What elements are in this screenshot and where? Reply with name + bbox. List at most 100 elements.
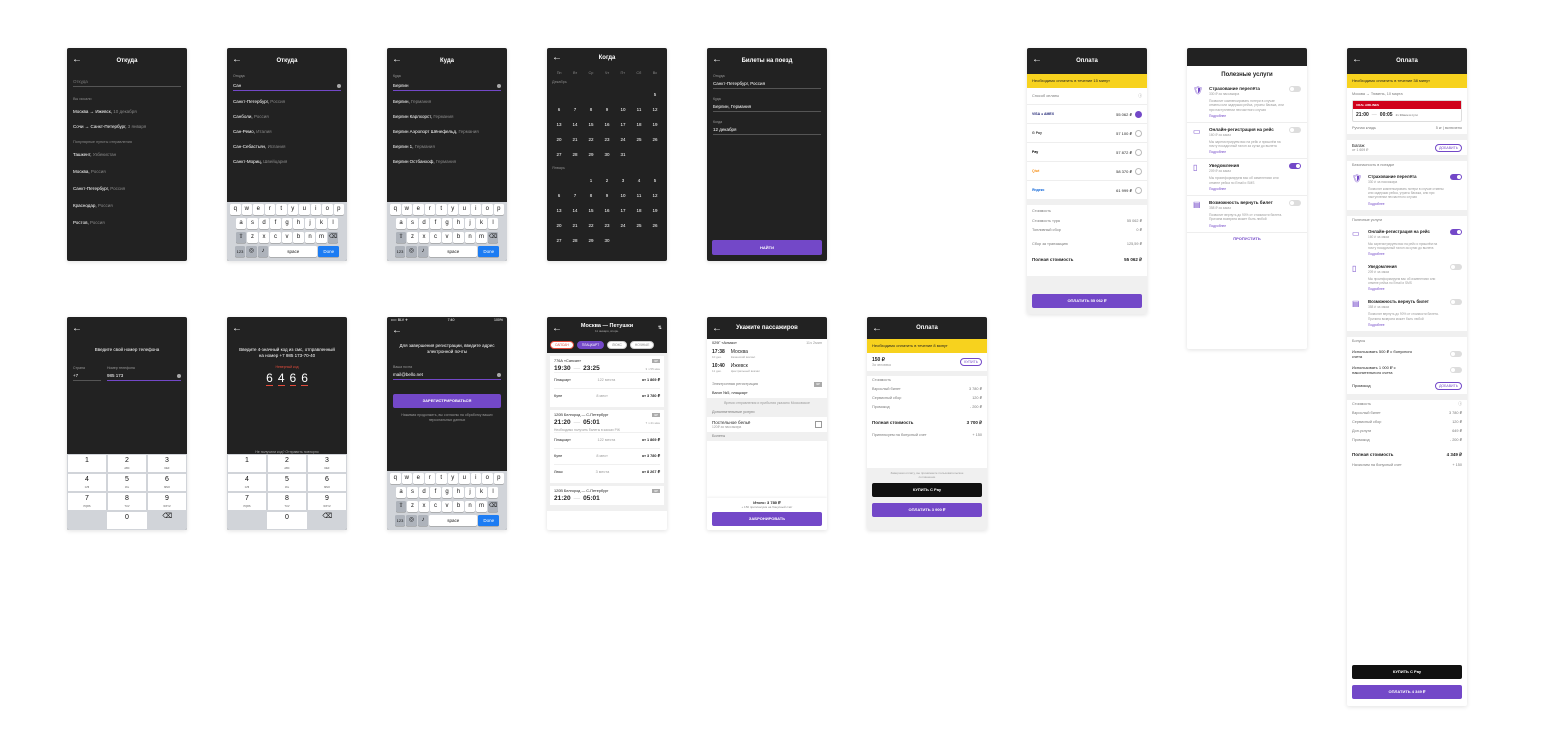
calendar-day[interactable]: 12 (647, 188, 663, 203)
numpad[interactable]: 1 2 ABC 3 DEF 4 GHI 5 JKL 6 MNO 7 PQRS 8 TUV 9 WXYZ 0 ⌫ (67, 454, 187, 530)
key[interactable]: d (418, 218, 430, 229)
clear-icon[interactable] (337, 84, 341, 88)
key[interactable]: o (482, 204, 493, 215)
shift-key[interactable]: ⇧ (395, 501, 407, 512)
numbers-key[interactable]: 123 (394, 515, 406, 526)
key[interactable]: c (430, 501, 441, 512)
key[interactable]: e (253, 204, 264, 215)
calendar-day[interactable]: 27 (551, 147, 567, 162)
backspace-key[interactable]: ⌫ (487, 232, 499, 243)
more-link[interactable]: Подробнее (1209, 187, 1285, 191)
calendar-day[interactable]: 28 (567, 147, 583, 162)
key[interactable]: q (390, 473, 401, 484)
more-link[interactable]: Подробнее (1209, 224, 1285, 228)
calendar-day[interactable]: 30 (599, 233, 615, 248)
calendar-day[interactable]: 12 (647, 102, 663, 117)
calendar-day[interactable]: 7 (567, 102, 583, 117)
back-arrow-icon[interactable]: ← (552, 324, 562, 334)
key[interactable]: s (407, 218, 418, 229)
key[interactable]: t (436, 473, 447, 484)
back-arrow-icon[interactable]: ← (72, 324, 82, 334)
back-arrow-icon[interactable]: ← (712, 55, 722, 65)
popular-item[interactable]: Санкт-Петербург, Россия (67, 181, 187, 196)
service-item[interactable]: 🛡 Страхование перелёта 330 ₽ за пассажира П… (1347, 170, 1467, 210)
key[interactable]: c (430, 232, 441, 243)
calendar-day[interactable]: 25 (631, 132, 647, 147)
numpad-key[interactable]: 2 ABC (267, 454, 307, 473)
mic-icon[interactable]: ♪ (257, 246, 269, 257)
more-link[interactable]: Подробнее (1368, 323, 1446, 327)
register-button[interactable]: ЗАРЕГИСТРИРОВАТЬСЯ (393, 394, 501, 408)
key[interactable]: k (316, 218, 327, 229)
result-item[interactable]: Берлин, Германия (387, 94, 507, 109)
done-key[interactable]: Done (478, 515, 500, 526)
numpad-key[interactable]: 9 WXYZ (307, 492, 347, 511)
calendar-day[interactable]: 11 (631, 188, 647, 203)
numpad-key[interactable]: 1 (67, 454, 107, 473)
pay-button[interactable]: ОПЛАТИТЬ 3 900 ₽ (872, 503, 982, 517)
radio-button[interactable] (1135, 167, 1142, 175)
key[interactable]: p (493, 473, 504, 484)
key[interactable]: y (447, 204, 458, 215)
radio-button[interactable] (1135, 129, 1142, 137)
mic-icon[interactable]: ♪ (417, 515, 429, 526)
calendar-day[interactable]: 21 (567, 132, 583, 147)
key[interactable]: a (235, 218, 247, 229)
email-input[interactable]: Ваша почта mail@bello.net (393, 365, 501, 380)
key[interactable]: r (424, 204, 435, 215)
key[interactable]: n (464, 501, 476, 512)
skip-button[interactable]: ПРОПУСТИТЬ (1187, 236, 1307, 241)
key[interactable]: l (327, 218, 339, 229)
clear-icon[interactable] (497, 84, 501, 88)
service-item[interactable]: ▯ Уведомления 209 ₽ за заказ Мы проинформир… (1187, 159, 1307, 197)
calendar-day[interactable]: 5 (647, 87, 663, 102)
filter-chip[interactable]: САПСАН (550, 341, 574, 349)
numpad-key[interactable]: 3 DEF (147, 454, 187, 473)
numpad-key[interactable]: 0 (266, 511, 308, 530)
filter-chip[interactable]: ЛЮКС (607, 341, 627, 349)
service-toggle[interactable] (1289, 163, 1301, 170)
service-toggle[interactable] (1450, 228, 1462, 235)
to-input[interactable]: Куда Берлин (393, 74, 501, 91)
numpad-key[interactable]: ⌫ (307, 511, 347, 528)
calendar-day[interactable]: 16 (599, 203, 615, 218)
calendar-day[interactable]: 21 (567, 218, 583, 233)
calendar-day[interactable]: 30 (599, 147, 615, 162)
key[interactable]: h (293, 218, 304, 229)
payment-method[interactable]: Яндекс 61 999 ₽ (1027, 180, 1147, 199)
key[interactable]: g (441, 218, 453, 229)
calendar-day[interactable]: 10 (615, 188, 631, 203)
back-arrow-icon[interactable]: ← (392, 55, 402, 65)
key[interactable]: f (270, 218, 281, 229)
backspace-key[interactable]: ⌫ (327, 232, 339, 243)
apple-pay-button[interactable]: КУПИТЬ С Pay (872, 483, 982, 497)
pay-button[interactable]: ОПЛАТИТЬ 4 349 ₽ (1352, 685, 1462, 699)
key[interactable]: o (482, 473, 493, 484)
key[interactable]: d (258, 218, 270, 229)
class-row[interactable]: Купе 8 мест от 3 780 ₽ (554, 448, 660, 464)
calendar-day[interactable]: 9 (599, 188, 615, 203)
bonus-row[interactable]: Использовать 500 ₽ с бонусного счета (1347, 346, 1467, 362)
key[interactable]: d (418, 487, 430, 498)
calendar-day[interactable]: 14 (567, 117, 583, 132)
key[interactable]: k (476, 487, 487, 498)
result-item[interactable]: Берлин 1, Германия (387, 139, 507, 154)
service-toggle[interactable] (1289, 86, 1301, 92)
calendar-day[interactable]: 6 (551, 188, 567, 203)
calendar-day[interactable]: 13 (551, 203, 567, 218)
buy-button[interactable]: КУПИТЬ (960, 358, 982, 366)
key[interactable]: n (464, 232, 476, 243)
numpad-key[interactable]: 5 JKL (267, 473, 307, 492)
back-arrow-icon[interactable]: ← (552, 53, 562, 63)
space-key[interactable]: space (269, 246, 318, 257)
key[interactable]: f (430, 487, 441, 498)
key[interactable]: a (395, 487, 407, 498)
calendar-day[interactable]: 6 (551, 102, 567, 117)
calendar-day[interactable]: 26 (647, 218, 663, 233)
calendar-day[interactable]: 29 (583, 233, 599, 248)
popular-item[interactable]: Ростов, Россия (67, 215, 187, 230)
calendar-day[interactable]: 11 (631, 102, 647, 117)
globe-icon[interactable]: ◎ (406, 515, 417, 526)
key[interactable]: l (487, 218, 499, 229)
pay-button[interactable]: ОПЛАТИТЬ 55 062 ₽ (1032, 294, 1142, 308)
